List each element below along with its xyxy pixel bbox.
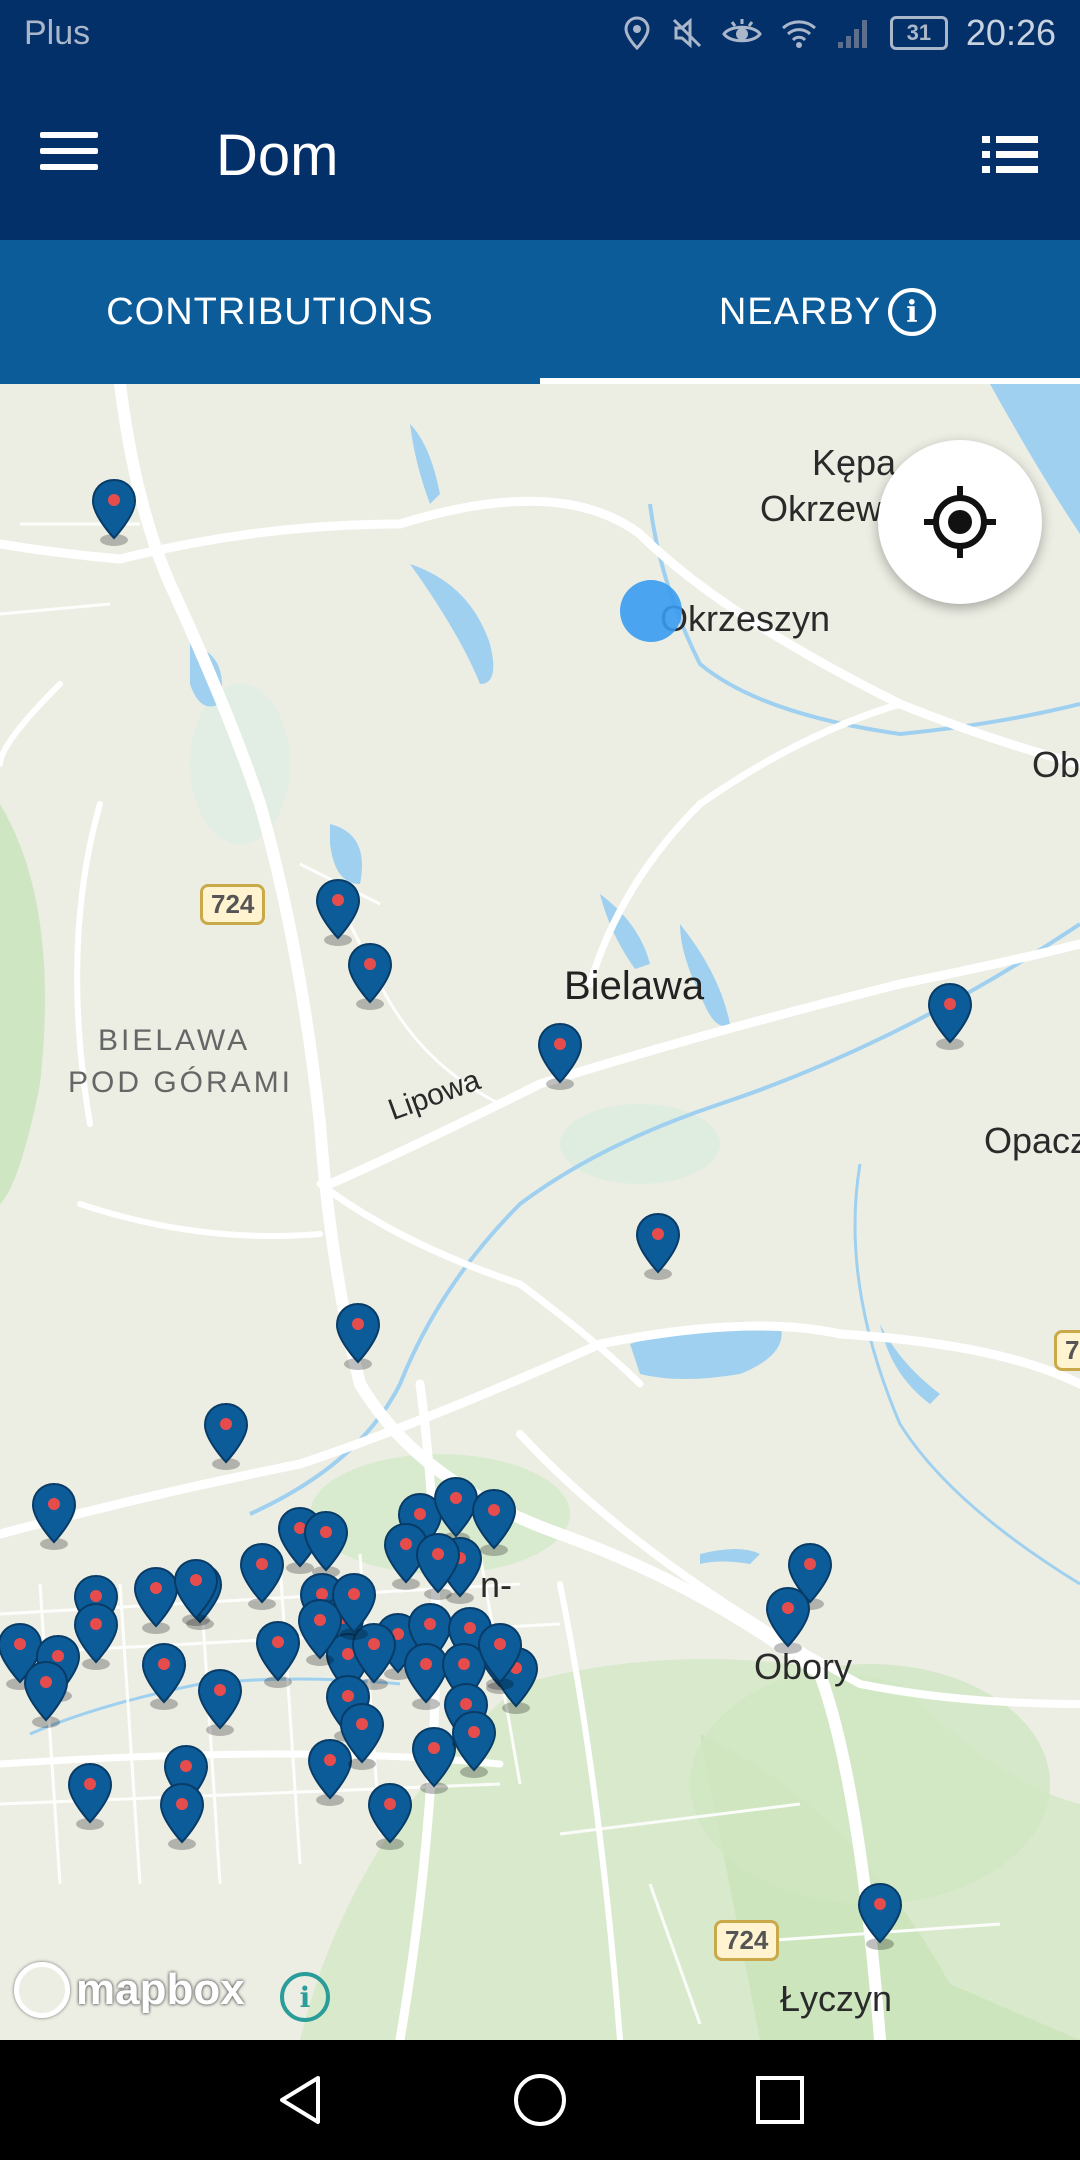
carrier-name: Plus [24,14,91,52]
map-marker-pin-icon[interactable] [536,1022,584,1090]
list-view-icon[interactable] [980,130,1040,180]
map-marker-pin-icon[interactable] [254,1620,302,1688]
map-marker-pin-icon[interactable] [30,1482,78,1550]
location-icon [622,16,652,50]
map-marker-pin-icon[interactable] [476,1622,524,1690]
place-label-ob: Ob [1032,744,1080,785]
road-number-badge: 7 [1054,1330,1080,1371]
road-number-badge: 724 [200,884,266,925]
map-marker-pin-icon[interactable] [450,1710,498,1778]
clock: 20:26 [965,12,1056,53]
signal-icon [836,16,872,50]
recent-apps-icon[interactable] [750,2070,810,2130]
battery-icon: 31 [889,16,948,50]
wifi-icon [780,16,818,50]
place-label-bielawa-pod-gorami-line1: BIELAWA [98,1024,251,1057]
place-label-lyczyn: Łyczyn [780,1978,893,2019]
user-location-marker [620,580,682,642]
map-marker-pin-icon[interactable] [202,1402,250,1470]
map-marker-pin-icon[interactable] [158,1782,206,1850]
place-label-bielawa: Bielawa [564,964,705,1008]
crosshair-icon [924,486,996,558]
tab-nearby-label: NEARBY [718,290,882,333]
mapbox-icon [14,1962,70,2018]
attribution-info-icon[interactable]: i [280,1972,330,2022]
status-bar: Plus 31 20:26 [0,0,1080,72]
eye-icon [722,16,762,50]
place-label-opacz: Opacz [984,1120,1080,1161]
map-marker-pin-icon[interactable] [764,1586,812,1654]
map-view[interactable]: Kępa Okrzew Okrzeszyn Ob Bielawa BIELAWA… [0,384,1080,2040]
map-marker-pin-icon[interactable] [366,1782,414,1850]
map-marker-pin-icon[interactable] [72,1602,120,1670]
map-marker-pin-icon[interactable] [66,1762,114,1830]
map-marker-pin-icon[interactable] [334,1302,382,1370]
page-title: Dom [216,123,339,188]
map-marker-pin-icon[interactable] [90,478,138,546]
mute-icon [670,16,704,50]
tab-nearby[interactable]: NEARBY [540,240,1080,384]
hamburger-menu-icon[interactable] [40,124,112,188]
place-label-bielawa-pod-gorami-line2: POD GÓRAMI [68,1066,294,1099]
place-label-konstancin-partial: n- [480,1564,513,1605]
mapbox-logo[interactable]: mapbox [14,1962,245,2018]
tab-bar: CONTRIBUTIONS NEARBY i [0,240,1080,384]
map-marker-pin-icon[interactable] [22,1660,70,1728]
map-marker-pin-icon[interactable] [302,1510,350,1578]
map-marker-pin-icon[interactable] [338,1702,386,1770]
my-location-button[interactable] [878,440,1042,604]
map-marker-pin-icon[interactable] [346,942,394,1010]
home-icon[interactable] [510,2070,570,2130]
map-marker-pin-icon[interactable] [926,982,974,1050]
map-marker-pin-icon[interactable] [414,1532,462,1600]
road-number-badge: 724 [714,1920,780,1961]
system-navigation-bar [0,2040,1080,2160]
map-marker-pin-icon[interactable] [314,878,362,946]
back-icon[interactable] [270,2070,330,2130]
map-marker-pin-icon[interactable] [172,1558,220,1626]
info-icon[interactable]: i [888,288,936,336]
app-toolbar: Dom [0,72,1080,240]
map-marker-pin-icon[interactable] [140,1642,188,1710]
mapbox-wordmark: mapbox [76,1965,245,2014]
map-marker-pin-icon[interactable] [856,1882,904,1950]
tab-contributions-label: CONTRIBUTIONS [106,290,434,333]
map-marker-pin-icon[interactable] [634,1212,682,1280]
tab-contributions[interactable]: CONTRIBUTIONS [0,240,540,384]
map-marker-pin-icon[interactable] [330,1572,378,1640]
place-label-okrzew: Okrzew [760,488,883,529]
map-marker-pin-icon[interactable] [196,1668,244,1736]
place-label-okrzeszyn: Okrzeszyn [660,598,831,639]
